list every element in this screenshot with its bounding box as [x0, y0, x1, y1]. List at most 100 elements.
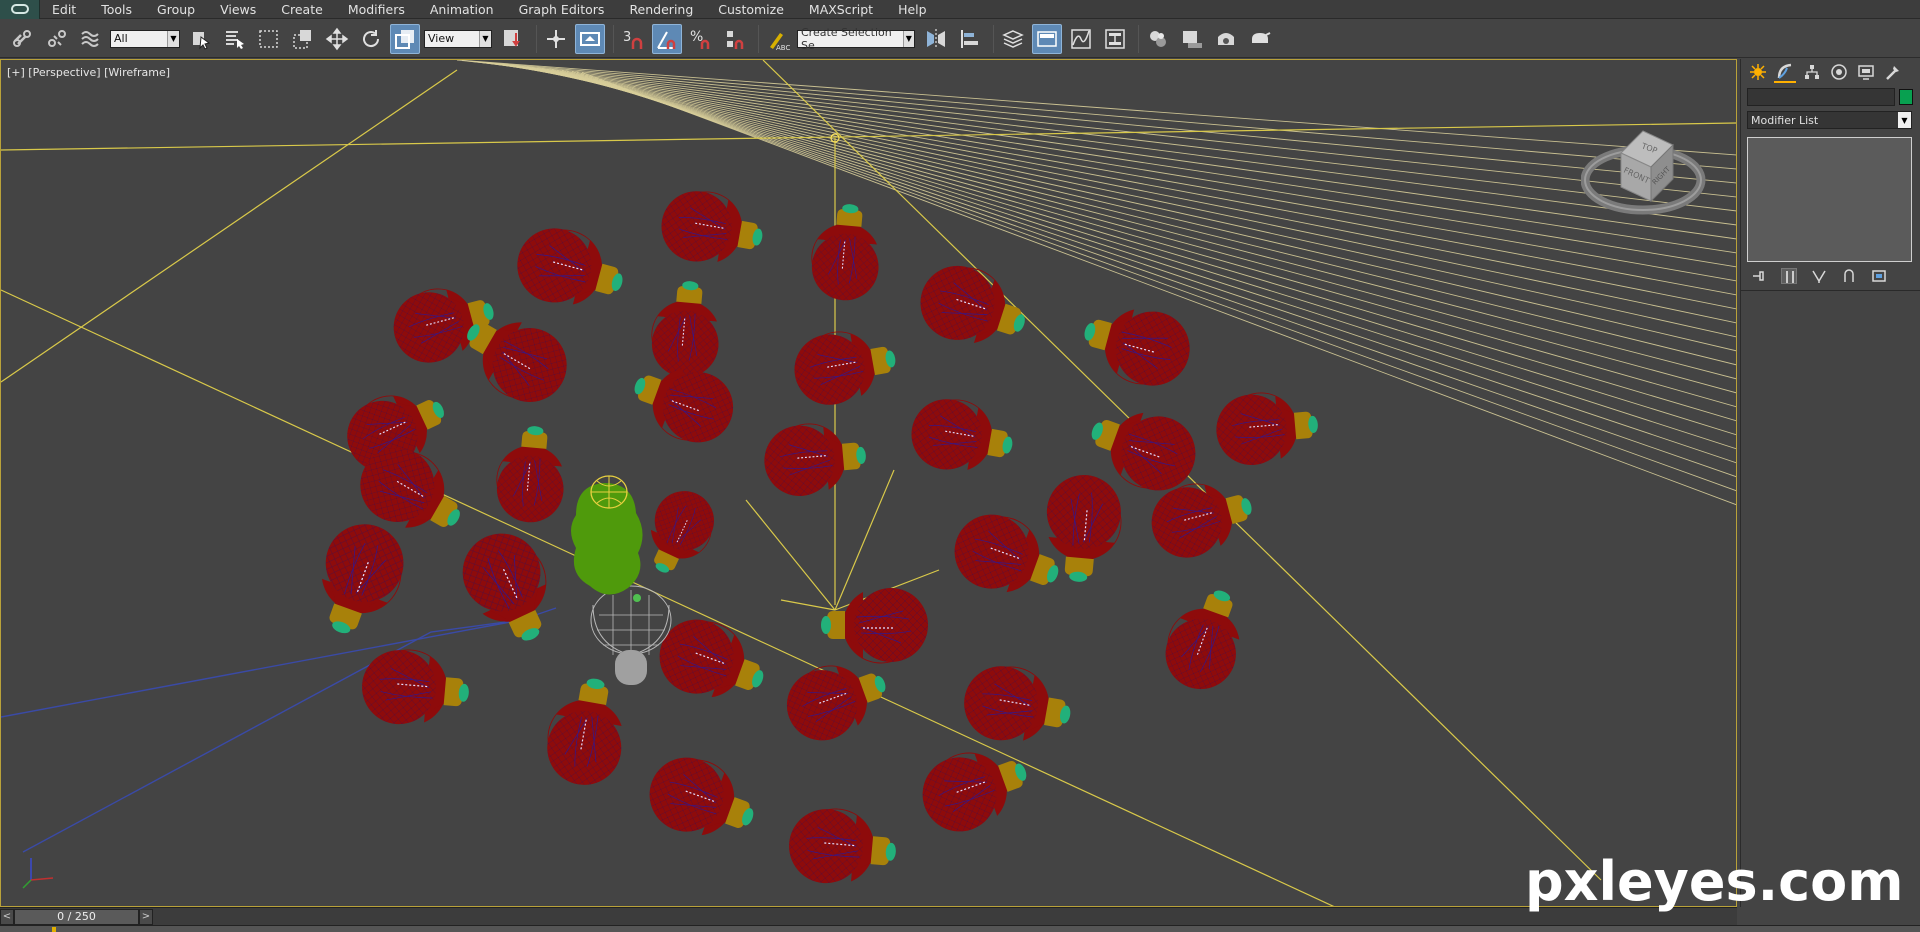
- reference-coordinate-dropdown[interactable]: View ▼: [424, 29, 492, 48]
- menu-rendering[interactable]: Rendering: [617, 0, 706, 19]
- rendered-frame-window-button[interactable]: [1211, 24, 1241, 54]
- menu-animation[interactable]: Animation: [418, 0, 507, 19]
- bind-space-warp-button[interactable]: [76, 24, 106, 54]
- perspective-viewport[interactable]: [+] [Perspective] [Wireframe] TOP FRONT …: [0, 59, 1737, 907]
- remove-modifier-button[interactable]: [1841, 268, 1857, 284]
- schematic-view-button[interactable]: [1100, 24, 1130, 54]
- menu-customize[interactable]: Customize: [706, 0, 797, 19]
- light-bulb[interactable]: [911, 255, 1036, 360]
- menu-group[interactable]: Group: [145, 0, 208, 19]
- select-and-rotate-button[interactable]: [356, 24, 386, 54]
- light-bulb[interactable]: [912, 734, 1038, 842]
- menu-tools[interactable]: Tools: [89, 0, 145, 19]
- light-bulb[interactable]: [808, 201, 884, 303]
- percent-snap-toggle-button[interactable]: %: [686, 24, 716, 54]
- tab-modify[interactable]: [1774, 61, 1796, 83]
- ground-line: [461, 60, 1736, 170]
- light-bulb[interactable]: [789, 322, 902, 410]
- viewcube[interactable]: TOP FRONT RIGHT: [1580, 115, 1706, 225]
- time-slider[interactable]: < 0 / 250 >: [0, 907, 1737, 925]
- light-bulb[interactable]: [639, 746, 765, 854]
- light-bulb[interactable]: [450, 520, 569, 655]
- light-bulb[interactable]: [777, 648, 897, 750]
- window-crossing-button[interactable]: [288, 24, 318, 54]
- mirror-button[interactable]: [921, 24, 951, 54]
- menu-bar: Edit Tools Group Views Create Modifiers …: [0, 0, 1920, 19]
- show-end-result-button[interactable]: [1781, 267, 1797, 284]
- light-bulb[interactable]: [958, 659, 1076, 752]
- light-bulb[interactable]: [1213, 388, 1321, 468]
- render-setup-button[interactable]: [1177, 24, 1207, 54]
- light-bulb[interactable]: [656, 184, 769, 272]
- modifier-stack-list[interactable]: [1747, 137, 1912, 262]
- snaps-toggle-button[interactable]: 3: [618, 24, 648, 54]
- light-bulb[interactable]: [1154, 579, 1256, 699]
- chevron-down-icon: ▼: [902, 30, 914, 47]
- rectangular-selection-button[interactable]: [254, 24, 284, 54]
- toggle-ribbon-button[interactable]: [1032, 23, 1062, 54]
- select-object-button[interactable]: [186, 24, 216, 54]
- light-bulb[interactable]: [303, 513, 416, 646]
- tab-create[interactable]: [1747, 61, 1769, 83]
- tab-hierarchy[interactable]: [1801, 61, 1823, 83]
- application-button[interactable]: [0, 0, 40, 19]
- edit-named-selection-button[interactable]: ABC: [763, 24, 793, 54]
- time-slider-prev-button[interactable]: <: [0, 908, 14, 925]
- modifier-list-dropdown[interactable]: Modifier List ▼: [1747, 111, 1912, 129]
- snap-toggle-icon: 3: [623, 30, 643, 49]
- light-bulb[interactable]: [509, 219, 632, 320]
- main-toolbar: All ▼ View ▼ 3 % ABC Create Selection Se…: [0, 20, 1920, 58]
- light-bulb[interactable]: [493, 423, 569, 525]
- selected-object[interactable]: [571, 475, 672, 685]
- light-bulb[interactable]: [906, 392, 1019, 480]
- use-pivot-center-button[interactable]: [498, 24, 528, 54]
- tab-motion[interactable]: [1828, 61, 1850, 83]
- light-bulb[interactable]: [634, 481, 725, 584]
- keyboard-shortcut-override-button[interactable]: [575, 23, 605, 54]
- select-rotate-icon: [363, 29, 380, 47]
- select-and-manipulate-button[interactable]: [541, 24, 571, 54]
- configure-modifier-sets-button[interactable]: [1871, 268, 1887, 284]
- select-and-scale-button[interactable]: [390, 23, 420, 54]
- layer-manager-button[interactable]: [998, 24, 1028, 54]
- scene-wireframe: [1, 60, 1736, 906]
- selection-filter-dropdown[interactable]: All ▼: [110, 29, 180, 48]
- light-bulb[interactable]: [649, 608, 775, 716]
- named-selection-dropdown[interactable]: Create Selection Se ▼: [797, 26, 915, 52]
- unlink-button[interactable]: [42, 24, 72, 54]
- menu-maxscript[interactable]: MAXScript: [797, 0, 886, 19]
- curve-editor-button[interactable]: [1066, 24, 1096, 54]
- light-bulb[interactable]: [1075, 295, 1198, 396]
- light-bulb[interactable]: [821, 588, 928, 664]
- menu-help[interactable]: Help: [886, 0, 940, 19]
- menu-modifiers[interactable]: Modifiers: [336, 0, 418, 19]
- select-and-link-button[interactable]: [8, 24, 38, 54]
- light-bulb[interactable]: [761, 419, 869, 499]
- tab-display[interactable]: [1855, 61, 1877, 83]
- pin-stack-button[interactable]: [1751, 268, 1767, 284]
- menu-views[interactable]: Views: [208, 0, 269, 19]
- track-bar[interactable]: [0, 925, 1920, 932]
- make-unique-button[interactable]: [1811, 268, 1827, 284]
- material-editor-button[interactable]: [1143, 24, 1173, 54]
- render-production-button[interactable]: [1245, 24, 1275, 54]
- light-bulb[interactable]: [648, 278, 724, 380]
- light-bulb[interactable]: [786, 805, 899, 890]
- object-name-input[interactable]: [1747, 88, 1895, 106]
- angle-snap-toggle-button[interactable]: [652, 23, 682, 54]
- tab-utilities[interactable]: [1882, 61, 1904, 83]
- chevron-down-icon: ▼: [167, 30, 179, 47]
- light-bulb[interactable]: [540, 672, 633, 790]
- viewport-label[interactable]: [+] [Perspective] [Wireframe]: [7, 66, 170, 79]
- menu-create[interactable]: Create: [269, 0, 336, 19]
- spinner-snap-toggle-button[interactable]: [720, 24, 750, 54]
- select-by-name-button[interactable]: [220, 24, 250, 54]
- align-button[interactable]: [955, 24, 985, 54]
- light-bulb[interactable]: [359, 646, 472, 731]
- time-slider-next-button[interactable]: >: [139, 908, 153, 925]
- menu-edit[interactable]: Edit: [40, 0, 89, 19]
- object-color-swatch[interactable]: [1899, 89, 1913, 105]
- select-and-move-button[interactable]: [322, 24, 352, 54]
- menu-graph-editors[interactable]: Graph Editors: [507, 0, 618, 19]
- time-slider-frame-display[interactable]: 0 / 250: [14, 908, 139, 925]
